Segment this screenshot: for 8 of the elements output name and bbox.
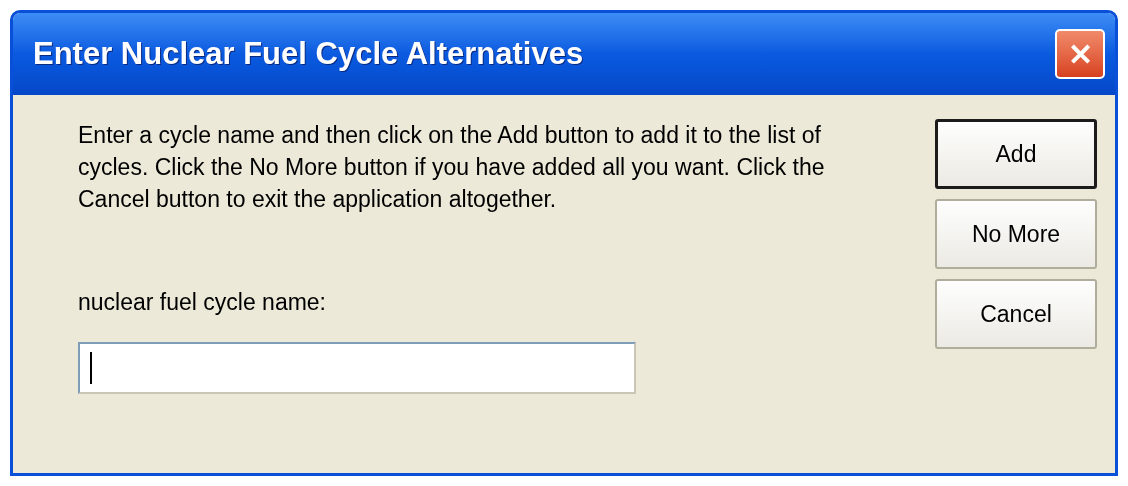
dialog-button[interactable]: No More [935,199,1097,269]
instructions-text: Enter a cycle name and then click on the Add button to add it to the list of cycles. Click the No More button if you have added all you want. Click the Cancel button to exit the application altogether. [78,121,826,214]
field-label: nuclear fuel cycle name: [78,288,327,317]
dialog-button[interactable]: Add [935,119,1097,189]
dialog-button[interactable]: Cancel [935,279,1097,349]
window-title: Enter Nuclear Fuel Cycle Alternatives [33,34,584,73]
text-caret-icon [90,351,92,384]
cycle-name-field[interactable] [78,341,636,394]
